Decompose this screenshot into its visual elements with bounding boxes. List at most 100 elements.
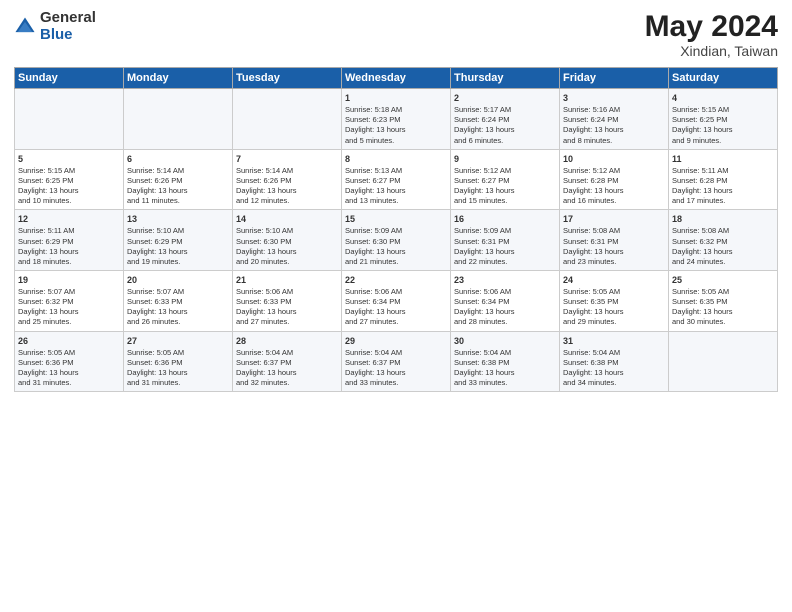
day-info-line: Sunset: 6:38 PM <box>454 358 509 367</box>
calendar-cell: 1Sunrise: 5:18 AMSunset: 6:23 PMDaylight… <box>342 89 451 150</box>
day-info-line: Sunrise: 5:17 AM <box>454 105 511 114</box>
day-number: 22 <box>345 274 447 286</box>
day-info-line: Daylight: 13 hours <box>236 368 296 377</box>
day-info-line: and 33 minutes. <box>454 378 507 387</box>
day-info-line: and 10 minutes. <box>18 196 71 205</box>
day-info-line: and 22 minutes. <box>454 257 507 266</box>
day-number: 21 <box>236 274 338 286</box>
day-info-line: Sunrise: 5:08 AM <box>563 226 620 235</box>
header-row: Sunday Monday Tuesday Wednesday Thursday… <box>15 68 778 89</box>
calendar-table: Sunday Monday Tuesday Wednesday Thursday… <box>14 67 778 392</box>
day-number: 16 <box>454 213 556 225</box>
day-number: 19 <box>18 274 120 286</box>
calendar-cell: 4Sunrise: 5:15 AMSunset: 6:25 PMDaylight… <box>669 89 778 150</box>
day-info-line: and 31 minutes. <box>18 378 71 387</box>
day-number: 3 <box>563 92 665 104</box>
day-info-line: Sunrise: 5:05 AM <box>672 287 729 296</box>
day-info-line: Daylight: 13 hours <box>454 247 514 256</box>
day-info-line: Daylight: 13 hours <box>454 125 514 134</box>
calendar-cell: 12Sunrise: 5:11 AMSunset: 6:29 PMDayligh… <box>15 210 124 271</box>
calendar-cell: 24Sunrise: 5:05 AMSunset: 6:35 PMDayligh… <box>560 270 669 331</box>
logo-general-text: General <box>40 10 96 27</box>
day-info-line: Daylight: 13 hours <box>345 307 405 316</box>
day-info-line: Sunset: 6:33 PM <box>236 297 291 306</box>
calendar-cell <box>669 331 778 392</box>
day-info-line: Sunset: 6:28 PM <box>563 176 618 185</box>
day-number: 15 <box>345 213 447 225</box>
day-info-line: and 30 minutes. <box>672 317 725 326</box>
day-info-line: Sunrise: 5:09 AM <box>454 226 511 235</box>
day-info-line: Daylight: 13 hours <box>672 186 732 195</box>
day-info-line: Sunset: 6:37 PM <box>345 358 400 367</box>
day-info-line: and 23 minutes. <box>563 257 616 266</box>
day-number: 8 <box>345 153 447 165</box>
day-number: 29 <box>345 335 447 347</box>
day-info-line: Sunrise: 5:07 AM <box>18 287 75 296</box>
day-info-line: Daylight: 13 hours <box>672 125 732 134</box>
logo-blue-text: Blue <box>40 27 96 44</box>
header: General Blue May 2024 Xindian, Taiwan <box>14 10 778 59</box>
calendar-cell: 30Sunrise: 5:04 AMSunset: 6:38 PMDayligh… <box>451 331 560 392</box>
calendar-cell: 2Sunrise: 5:17 AMSunset: 6:24 PMDaylight… <box>451 89 560 150</box>
day-info-line: Sunset: 6:36 PM <box>18 358 73 367</box>
day-number: 6 <box>127 153 229 165</box>
day-number: 9 <box>454 153 556 165</box>
day-number: 10 <box>563 153 665 165</box>
day-info-line: Daylight: 13 hours <box>454 186 514 195</box>
day-info-line: Sunrise: 5:04 AM <box>454 348 511 357</box>
calendar-cell: 13Sunrise: 5:10 AMSunset: 6:29 PMDayligh… <box>124 210 233 271</box>
day-info-line: Daylight: 13 hours <box>345 125 405 134</box>
day-info-line: Daylight: 13 hours <box>345 368 405 377</box>
day-number: 2 <box>454 92 556 104</box>
day-number: 14 <box>236 213 338 225</box>
calendar-cell: 18Sunrise: 5:08 AMSunset: 6:32 PMDayligh… <box>669 210 778 271</box>
calendar-cell: 3Sunrise: 5:16 AMSunset: 6:24 PMDaylight… <box>560 89 669 150</box>
logo-text: General Blue <box>40 10 96 43</box>
day-info-line: Sunrise: 5:06 AM <box>454 287 511 296</box>
calendar-cell: 19Sunrise: 5:07 AMSunset: 6:32 PMDayligh… <box>15 270 124 331</box>
logo: General Blue <box>14 10 96 43</box>
day-info-line: and 8 minutes. <box>563 136 612 145</box>
day-info-line: Sunset: 6:37 PM <box>236 358 291 367</box>
day-info-line: Sunrise: 5:10 AM <box>127 226 184 235</box>
day-info-line: Daylight: 13 hours <box>18 186 78 195</box>
day-number: 7 <box>236 153 338 165</box>
calendar-cell: 9Sunrise: 5:12 AMSunset: 6:27 PMDaylight… <box>451 149 560 210</box>
day-info-line: Daylight: 13 hours <box>18 307 78 316</box>
day-info-line: Sunset: 6:29 PM <box>18 237 73 246</box>
calendar-cell: 10Sunrise: 5:12 AMSunset: 6:28 PMDayligh… <box>560 149 669 210</box>
col-thursday: Thursday <box>451 68 560 89</box>
day-info-line: Sunrise: 5:12 AM <box>454 166 511 175</box>
col-friday: Friday <box>560 68 669 89</box>
day-number: 17 <box>563 213 665 225</box>
day-info-line: and 5 minutes. <box>345 136 394 145</box>
calendar-cell: 6Sunrise: 5:14 AMSunset: 6:26 PMDaylight… <box>124 149 233 210</box>
day-info-line: Sunrise: 5:16 AM <box>563 105 620 114</box>
page: General Blue May 2024 Xindian, Taiwan Su… <box>0 0 792 612</box>
day-number: 30 <box>454 335 556 347</box>
calendar-cell: 26Sunrise: 5:05 AMSunset: 6:36 PMDayligh… <box>15 331 124 392</box>
day-info-line: Sunset: 6:28 PM <box>672 176 727 185</box>
day-info-line: and 27 minutes. <box>236 317 289 326</box>
day-info-line: Daylight: 13 hours <box>563 368 623 377</box>
day-info-line: Daylight: 13 hours <box>345 247 405 256</box>
day-info-line: and 33 minutes. <box>345 378 398 387</box>
main-title: May 2024 <box>645 10 778 43</box>
day-info-line: and 6 minutes. <box>454 136 503 145</box>
day-info-line: Daylight: 13 hours <box>672 307 732 316</box>
day-info-line: Sunset: 6:33 PM <box>127 297 182 306</box>
day-info-line: Sunrise: 5:15 AM <box>672 105 729 114</box>
day-info-line: Sunset: 6:35 PM <box>563 297 618 306</box>
day-info-line: and 17 minutes. <box>672 196 725 205</box>
day-info-line: Sunset: 6:34 PM <box>454 297 509 306</box>
calendar-cell <box>15 89 124 150</box>
day-number: 4 <box>672 92 774 104</box>
day-info-line: Sunset: 6:34 PM <box>345 297 400 306</box>
day-info-line: Daylight: 13 hours <box>563 125 623 134</box>
calendar-cell: 8Sunrise: 5:13 AMSunset: 6:27 PMDaylight… <box>342 149 451 210</box>
day-info-line: Sunset: 6:24 PM <box>454 115 509 124</box>
calendar-week-0: 1Sunrise: 5:18 AMSunset: 6:23 PMDaylight… <box>15 89 778 150</box>
day-info-line: and 32 minutes. <box>236 378 289 387</box>
day-number: 31 <box>563 335 665 347</box>
day-info-line: Sunrise: 5:10 AM <box>236 226 293 235</box>
